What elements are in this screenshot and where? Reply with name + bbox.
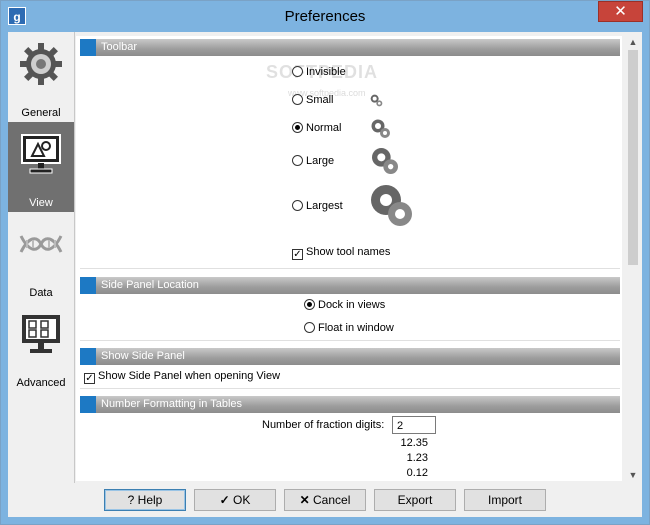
sidebar-label-general: General [21, 107, 61, 119]
normal-gear-icon [371, 119, 390, 138]
sidebar-item-advanced[interactable]: Advanced [8, 302, 74, 392]
section-header-number-formatting[interactable]: Number Formatting in Tables [80, 396, 620, 413]
toolbar-option-normal[interactable]: Normal [292, 122, 341, 134]
sidebar-item-view[interactable]: View [8, 122, 74, 212]
section-title-toolbar: Toolbar [101, 41, 138, 53]
help-button[interactable]: ? Help [104, 489, 186, 511]
radio-button-selected[interactable] [292, 122, 303, 133]
scroll-down-arrow[interactable]: ▼ [626, 469, 640, 481]
export-button[interactable]: Export [374, 489, 456, 511]
help-icon: ? [127, 493, 138, 507]
close-button[interactable]: ✕ [598, 1, 643, 22]
dna-icon [19, 235, 63, 253]
section-header-toolbar[interactable]: Toolbar [80, 39, 620, 56]
section-header-side-panel-location[interactable]: Side Panel Location [80, 277, 620, 294]
fraction-digits-label: Number of fraction digits: [262, 419, 385, 431]
section-marker [80, 396, 96, 413]
option-label: Large [306, 155, 335, 167]
section-title-show-side-panel: Show Side Panel [101, 350, 185, 362]
toolbar-option-largest[interactable]: Largest [292, 200, 343, 212]
largest-gear-icon [371, 185, 412, 226]
checkbox-checked[interactable]: ✓ [84, 373, 95, 384]
preferences-window: g Preferences ✕ General View Data Advanc… [0, 0, 650, 525]
divider [80, 388, 620, 389]
example-number: 1.23 [406, 452, 428, 464]
large-gear-icon [372, 148, 398, 174]
sidebar-label-view: View [29, 197, 53, 209]
help-button-label: Help [137, 493, 163, 507]
ok-button[interactable]: ✓ OK [194, 489, 276, 511]
toolbar-option-invisible[interactable]: Invisible [292, 66, 346, 78]
example-number: 0.12 [406, 467, 428, 479]
scroll-up-arrow[interactable]: ▲ [626, 36, 640, 48]
cancel-button[interactable]: ✕ Cancel [284, 489, 366, 511]
section-header-show-side-panel[interactable]: Show Side Panel [80, 348, 620, 365]
settings-panel: Toolbar SOFTPEDIA www.softpedia.com Invi… [76, 36, 622, 481]
section-marker [80, 277, 96, 294]
dialog-body: General View Data Advanced Toolbar SOFTP… [8, 32, 642, 517]
side-panel-option-dock[interactable]: Dock in views [304, 299, 385, 311]
option-label: Float in window [318, 322, 394, 334]
sidebar-label-advanced: Advanced [16, 377, 66, 389]
import-button[interactable]: Import [464, 489, 546, 511]
window-title: Preferences [284, 8, 366, 25]
show-side-panel-checkbox[interactable]: ✓ Show Side Panel when opening View [84, 370, 280, 384]
scroll-thumb[interactable] [628, 50, 638, 265]
fraction-digits-input[interactable]: 2 [392, 416, 436, 434]
example-number: 12.35 [400, 437, 428, 449]
option-label: Invisible [306, 66, 346, 78]
cancel-button-label: Cancel [313, 493, 351, 507]
option-label: Small [306, 94, 334, 106]
checkbox-label: Show tool names [306, 246, 391, 258]
radio-button[interactable] [292, 200, 303, 211]
side-panel-option-float[interactable]: Float in window [304, 322, 394, 334]
radio-button[interactable] [292, 66, 303, 77]
radio-button[interactable] [292, 155, 303, 166]
x-icon: ✕ [299, 493, 314, 507]
section-title-side-panel-location: Side Panel Location [101, 279, 199, 291]
toolbar-option-small[interactable]: Small [292, 94, 334, 106]
toolbar-option-large[interactable]: Large [292, 155, 334, 167]
sidebar-label-data: Data [29, 287, 53, 299]
section-marker [80, 39, 96, 56]
gear-icon [20, 43, 62, 85]
title-bar[interactable]: g Preferences ✕ [1, 1, 649, 32]
checkbox-checked[interactable]: ✓ [292, 249, 303, 260]
radio-button-selected[interactable] [304, 299, 315, 310]
radio-button[interactable] [292, 94, 303, 105]
radio-button[interactable] [304, 322, 315, 333]
option-label: Dock in views [318, 299, 386, 311]
ok-button-label: OK [233, 493, 251, 507]
checkbox-label: Show Side Panel when opening View [98, 370, 281, 382]
advanced-monitor-icon [22, 315, 60, 353]
divider [80, 268, 620, 269]
section-title-number-formatting: Number Formatting in Tables [101, 398, 243, 410]
vertical-scrollbar[interactable]: ▲ ▼ [626, 36, 640, 481]
option-label: Normal [306, 122, 342, 134]
button-bar: ? Help ✓ OK ✕ Cancel Export Import [8, 485, 642, 517]
sidebar-item-general[interactable]: General [8, 32, 74, 122]
section-marker [80, 348, 96, 365]
category-sidebar: General View Data Advanced [8, 32, 75, 483]
sidebar-item-data[interactable]: Data [8, 212, 74, 302]
small-gear-icon [370, 94, 383, 107]
checkmark-icon: ✓ [219, 493, 234, 507]
divider [80, 340, 620, 341]
option-label: Largest [306, 200, 343, 212]
show-tool-names-checkbox[interactable]: ✓ Show tool names [292, 246, 390, 260]
monitor-icon [21, 134, 61, 174]
